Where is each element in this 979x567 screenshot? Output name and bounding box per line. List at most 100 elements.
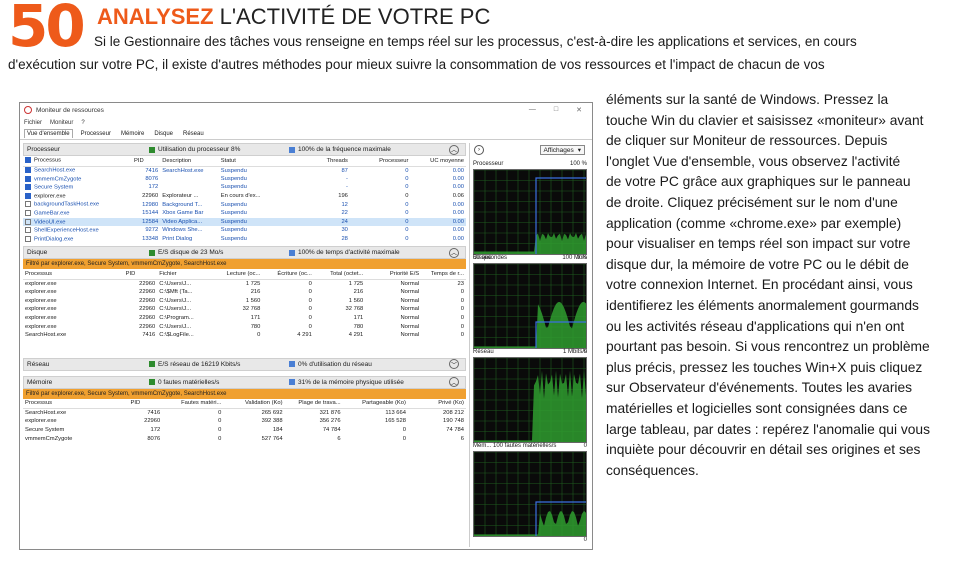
table-row[interactable]: Secure System 172 Suspendu - 0 0.00 (23, 183, 466, 192)
table-cell: Normal (400, 289, 420, 296)
table-cell: 190 748 (443, 418, 464, 425)
memory-faults-text: 0 fautes matérielles/s (158, 378, 220, 386)
table-cell: 15144 (142, 210, 159, 217)
table-cell: 4 291 (297, 332, 312, 339)
process-name: explorer.exe (34, 193, 66, 200)
table-row[interactable]: vmmemCmZygote 8076 Suspendu - 0 0.00 (23, 175, 466, 184)
maximize-button[interactable]: □ (554, 106, 558, 114)
green-square-icon (149, 146, 155, 153)
table-row[interactable]: SearchHost.exe 7416 SearchHost.exe Suspendu… (23, 166, 466, 175)
table-row[interactable]: ShellExperienceHost.exe 9272 Windows She..… (23, 226, 466, 235)
column-header[interactable]: PID (128, 398, 163, 409)
column-header[interactable]: Description (160, 156, 219, 167)
column-header[interactable]: PID (131, 156, 161, 167)
table-row[interactable]: vmmemCmZygote 8076 0 527 764 6 0 6 (23, 434, 466, 443)
expand-icon[interactable]: ﹀ (449, 359, 459, 369)
collapse-icon[interactable]: ︿ (449, 377, 459, 387)
sections-pane: Processeur Utilisation du processeur 8% … (23, 143, 466, 443)
column-header[interactable]: Processus (23, 269, 124, 280)
process-checkbox[interactable] (25, 218, 31, 225)
process-checkbox[interactable] (25, 210, 31, 216)
collapse-panel-icon[interactable]: › (474, 145, 484, 155)
column-header[interactable]: Partageable (Ko) (342, 398, 408, 409)
disk-activity-table: Processus PID Fichier Lecture (oc... Écritur… (23, 269, 466, 339)
tab-overview[interactable]: Vue d'ensemble (24, 129, 73, 138)
collapse-icon[interactable]: ︿ (449, 247, 459, 258)
graph-label-row: Disque 100 Mo/s (473, 255, 587, 263)
tab-disk[interactable]: Disque (152, 130, 175, 138)
tab-memory[interactable]: Mémoire (119, 130, 146, 138)
table-cell: SearchHost.exe (162, 167, 204, 174)
column-header[interactable]: Processus (23, 398, 129, 409)
column-header[interactable]: Threads (279, 156, 350, 167)
network-section-header[interactable]: Réseau E/S réseau de 16219 Kbits/s 0% d'… (23, 357, 466, 371)
table-cell: 7416 (147, 410, 161, 417)
memory-section-header[interactable]: Mémoire 0 fautes matérielles/s 31% de la… (23, 375, 466, 389)
column-header[interactable]: Lecture (oc... (210, 269, 263, 280)
disk-section-header[interactable]: Disque E/S disque de 23 Mo/s 100% de tem… (23, 246, 466, 260)
table-cell: Xbox Game Bar (162, 210, 204, 217)
column-header[interactable]: Plage de trava... (284, 398, 343, 409)
process-checkbox[interactable] (25, 227, 31, 234)
process-checkbox[interactable] (25, 192, 31, 199)
table-row[interactable]: explorer.exe 22960 C:\Users\J... 1 725 0 1 72… (23, 279, 466, 288)
column-header[interactable]: PID (123, 269, 158, 280)
process-checkbox[interactable] (25, 235, 31, 242)
table-row[interactable]: backgroundTaskHost.exe 12980 Background T.… (23, 200, 466, 209)
column-header[interactable]: Processeur (349, 156, 411, 167)
table-row[interactable]: explorer.exe 22960 C:\Users\J... 780 0 780 Nor… (23, 322, 466, 331)
column-header[interactable]: Écriture (oc... (262, 269, 314, 280)
table-cell: - (345, 175, 348, 182)
process-name: Secure System (34, 184, 74, 191)
column-header[interactable]: Validation (Ko) (223, 398, 285, 409)
column-header[interactable]: Fichier (157, 269, 211, 280)
column-header[interactable]: Priorité E/S (365, 269, 422, 280)
graph-title: Mém... 100 fautes matérielles/s (473, 443, 557, 449)
table-cell: 8076 (147, 435, 161, 442)
table-cell: Suspendu (220, 167, 247, 174)
menu-fichier[interactable]: Fichier (24, 120, 42, 126)
tab-network[interactable]: Réseau (181, 130, 206, 138)
column-header[interactable]: Privé (Ko) (407, 398, 466, 409)
process-checkbox[interactable] (25, 167, 31, 174)
close-button[interactable]: ✕ (576, 106, 582, 114)
table-row[interactable]: GameBar.exe 15144 Xbox Game Bar Suspendu 22 0… (23, 209, 466, 218)
body-line: conséquences. (606, 462, 699, 478)
table-row[interactable]: VideoUI.exe 12584 Video Applica... Suspendu… (23, 217, 466, 227)
column-header[interactable]: Total (octet... (313, 269, 366, 280)
column-header[interactable]: Processus (23, 156, 132, 167)
table-row[interactable]: explorer.exe 22960 C:\$Mft (Ta... 216 0 216 No… (23, 288, 466, 297)
window-title: Moniteur de ressources (36, 106, 104, 114)
table-cell: 22 (341, 210, 348, 217)
table-row[interactable]: Secure System 172 0 184 74 784 0 74 784 (23, 426, 466, 435)
table-cell: 216 (353, 289, 364, 296)
body-line: de droite. Cliquez précisément sur le no… (606, 194, 898, 210)
table-row[interactable]: explorer.exe 22960 C:\Users\J... 1 560 0 1 56… (23, 297, 466, 306)
table-row[interactable]: explorer.exe 22960 C:\Program... 171 0 171 Nor… (23, 314, 466, 323)
cpu-section-header[interactable]: Processeur Utilisation du processeur 8% … (23, 143, 466, 156)
table-row[interactable]: explorer.exe 22960 Explorateur ... En cours… (23, 192, 466, 201)
column-header[interactable]: Statut (218, 156, 280, 167)
table-cell: 74 784 (322, 426, 341, 433)
views-dropdown[interactable]: Affichages ▾ (539, 145, 585, 155)
select-all-checkbox[interactable] (25, 157, 31, 164)
menu-help[interactable]: ? (81, 120, 84, 126)
column-header[interactable]: Fautes matéri... (162, 398, 224, 409)
tab-processor[interactable]: Processeur (79, 130, 113, 138)
process-checkbox[interactable] (25, 201, 31, 208)
table-row[interactable]: SearchHost.exe 7416 0 265 692 321 876 113 664… (23, 409, 466, 418)
table-row[interactable]: explorer.exe 22960 0 392 388 356 276 165 528 1… (23, 417, 466, 426)
table-cell: 32 768 (345, 306, 364, 313)
process-name: PrintDialog.exe (34, 236, 74, 243)
column-header[interactable]: UC moyenne (410, 156, 466, 167)
column-header[interactable]: Temps de r... (421, 269, 466, 280)
table-row[interactable]: explorer.exe 22960 C:\Users\J... 32 768 0 32 … (23, 305, 466, 314)
process-checkbox[interactable] (25, 175, 31, 182)
table-cell: 1 725 (245, 280, 261, 287)
minimize-button[interactable]: — (529, 106, 536, 114)
collapse-icon[interactable]: ︿ (449, 144, 459, 155)
process-checkbox[interactable] (25, 184, 31, 191)
menu-moniteur[interactable]: Moniteur (50, 120, 73, 126)
table-row[interactable]: PrintDialog.exe 13348 Print Dialog Suspendu… (23, 235, 466, 244)
table-row[interactable]: SearchHost.exe 7416 C:\$LogFile... 0 4 291 4 … (23, 331, 466, 340)
